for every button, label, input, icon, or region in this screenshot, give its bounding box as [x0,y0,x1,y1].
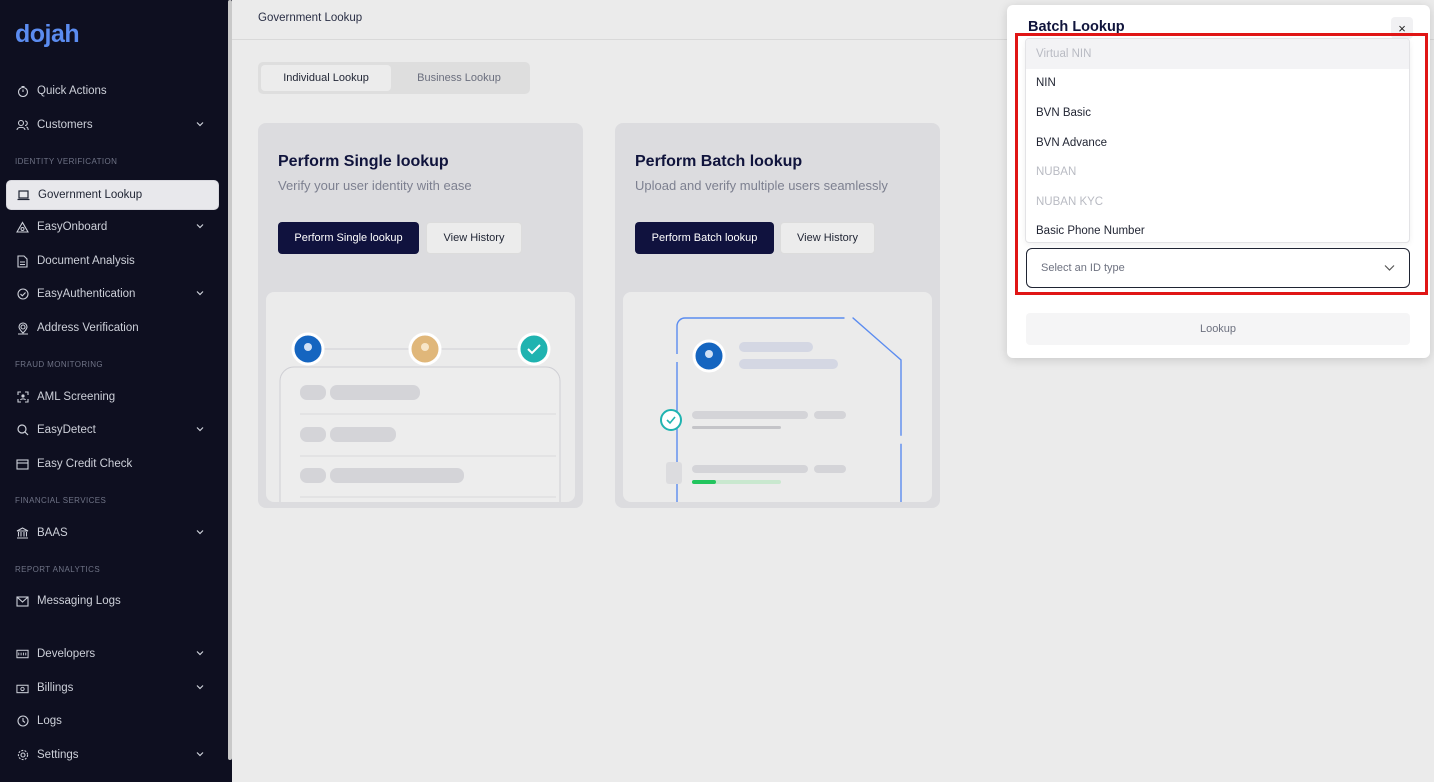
lookup-tabs: Individual Lookup Business Lookup [258,62,530,94]
laptop-icon [17,189,30,202]
sidebar-item-messaging-logs[interactable]: Messaging Logs [6,586,219,616]
card-title: Perform Single lookup [278,153,449,170]
onboard-icon [16,221,29,234]
credit-card-icon [16,458,29,471]
select-placeholder: Select an ID type [1041,262,1125,274]
chevron-down-icon [196,752,204,757]
option-nin[interactable]: NIN [1026,69,1409,99]
sidebar-item-label: Document Analysis [37,255,135,267]
modal-title: Batch Lookup [1028,19,1125,35]
sidebar-item-document-analysis[interactable]: Document Analysis [6,246,219,276]
sidebar-item-label: Settings [37,749,79,761]
option-bvn-advance[interactable]: BVN Advance [1026,128,1409,158]
timer-icon [16,85,29,98]
check-circle-icon [16,288,29,301]
chevron-down-icon [1384,265,1395,271]
section-label-identity: IDENTITY VERIFICATION [15,157,118,166]
sidebar-item-label: Easy Credit Check [37,458,133,470]
search-icon [16,424,29,437]
brand-logo[interactable]: dojah [15,20,80,49]
logs-icon [16,715,29,728]
sidebar-item-settings[interactable]: Settings [6,740,219,770]
batch-lookup-card: Perform Batch lookup Upload and verify m… [615,123,940,508]
tab-business-lookup[interactable]: Business Lookup [391,65,527,91]
sidebar-item-label: Logs [37,715,62,727]
sidebar-item-label: Messaging Logs [37,595,121,607]
gear-icon [16,749,29,762]
option-nuban[interactable]: NUBAN [1026,157,1409,187]
page-title: Government Lookup [258,12,363,24]
card-subtitle: Verify your user identity with ease [278,178,472,193]
sidebar-item-address-verification[interactable]: Address Verification [6,313,219,343]
chevron-down-icon [196,427,204,432]
sidebar-scrollbar[interactable] [228,0,232,760]
sidebar-item-billings[interactable]: Billings [6,673,219,703]
option-basic-phone-number[interactable]: Basic Phone Number [1026,217,1409,242]
batch-lookup-modal: Batch Lookup × Virtual NIN NIN BVN Basic… [1007,5,1430,358]
sidebar-item-government-lookup[interactable]: Government Lookup [6,180,219,210]
chevron-down-icon [196,291,204,296]
sidebar-item-aml-screening[interactable]: AML Screening [6,382,219,412]
chevron-down-icon [196,651,204,656]
section-label-report: REPORT ANALYTICS [15,565,101,574]
sidebar-item-developers[interactable]: Developers [6,639,219,669]
sidebar-item-quick-actions[interactable]: Quick Actions [6,76,219,106]
sidebar-item-label: AML Screening [37,391,116,403]
card-subtitle: Upload and verify multiple users seamles… [635,178,888,193]
section-label-fraud: FRAUD MONITORING [15,360,104,369]
scan-face-icon [16,391,29,404]
sidebar-item-baas[interactable]: BAAS [6,518,219,548]
sidebar: dojah Quick Actions Customers IDENTITY V… [0,0,232,782]
users-icon [16,119,29,132]
sidebar-item-easyonboard[interactable]: EasyOnboard [6,212,219,242]
single-lookup-illustration [266,292,575,502]
sidebar-item-easy-credit-check[interactable]: Easy Credit Check [6,449,219,479]
sidebar-item-label: EasyOnboard [37,221,108,233]
mail-icon [16,595,29,608]
sidebar-item-label: Billings [37,682,74,694]
option-nuban-kyc[interactable]: NUBAN KYC [1026,187,1409,217]
illustration-graphic [660,317,902,502]
single-lookup-card: Perform Single lookup Verify your user i… [258,123,583,508]
location-icon [16,321,29,335]
sidebar-item-easyauthentication[interactable]: EasyAuthentication [6,279,219,309]
bank-icon [16,527,29,540]
sidebar-item-label: EasyDetect [37,424,96,436]
perform-single-lookup-button[interactable]: Perform Single lookup [278,222,419,254]
batch-lookup-illustration [623,292,932,502]
sidebar-item-label: Quick Actions [37,85,107,97]
chevron-down-icon [196,530,204,535]
sidebar-item-label: Government Lookup [38,189,143,201]
view-history-button[interactable]: View History [426,222,522,254]
dev-icon [16,648,29,661]
billing-icon [16,682,29,695]
id-type-dropdown-list: Virtual NIN NIN BVN Basic BVN Advance NU… [1025,38,1410,243]
document-icon [16,254,29,268]
chevron-down-icon [196,122,204,127]
chevron-down-icon [196,685,204,690]
sidebar-item-label: BAAS [37,527,68,539]
section-label-financial: FINANCIAL SERVICES [15,496,107,505]
lookup-button[interactable]: Lookup [1026,313,1410,345]
sidebar-item-customers[interactable]: Customers [6,110,219,140]
sidebar-item-label: Developers [37,648,96,660]
card-title: Perform Batch lookup [635,153,803,170]
sidebar-item-label: EasyAuthentication [37,288,136,300]
option-bvn-basic[interactable]: BVN Basic [1026,98,1409,128]
illustration-graphic [279,332,561,502]
sidebar-item-easydetect[interactable]: EasyDetect [6,415,219,445]
sidebar-item-label: Customers [37,119,93,131]
sidebar-item-logs[interactable]: Logs [6,706,219,736]
chevron-down-icon [196,224,204,229]
close-button[interactable]: × [1391,17,1413,39]
tab-individual-lookup[interactable]: Individual Lookup [261,65,391,91]
id-type-select[interactable]: Select an ID type [1026,248,1410,288]
sidebar-item-label: Address Verification [37,322,139,334]
option-virtual-nin[interactable]: Virtual NIN [1026,39,1409,69]
perform-batch-lookup-button[interactable]: Perform Batch lookup [635,222,774,254]
view-history-button[interactable]: View History [780,222,875,254]
close-icon: × [1398,20,1406,36]
